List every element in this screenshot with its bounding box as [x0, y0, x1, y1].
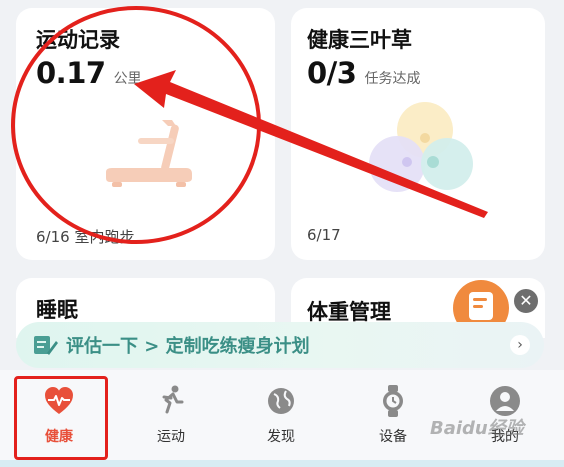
nav-label-health: 健康	[45, 429, 73, 445]
watch-icon	[383, 385, 403, 417]
edit-note-icon	[34, 336, 58, 355]
bottom-strip	[0, 460, 564, 467]
watermark: Baidu经验	[430, 418, 524, 439]
exercise-distance-unit: 公里	[113, 71, 142, 87]
exercise-card-footer: 6/16 室内跑步	[36, 228, 135, 246]
running-icon	[162, 385, 184, 414]
banner-text: 评估一下 > 定制吃练瘦身计划	[66, 336, 310, 357]
nav-item-devices[interactable]: 设备	[348, 384, 438, 454]
nav-item-discover[interactable]: 发现	[236, 384, 326, 454]
treadmill-icon	[106, 120, 192, 187]
clover-task-unit: 任务达成	[364, 71, 421, 87]
exercise-distance-value: 0.17	[36, 56, 106, 90]
exercise-record-card[interactable]: 运动记录 0.17 公里 6/16 室内跑步	[16, 8, 275, 260]
globe-icon	[268, 388, 294, 414]
exercise-metric: 0.17 公里	[36, 56, 142, 90]
clipboard-icon	[453, 280, 509, 324]
sleep-card-title: 睡眠	[36, 298, 78, 322]
nav-label-devices: 设备	[379, 429, 407, 445]
heart-pulse-icon	[45, 387, 73, 414]
profile-icon	[490, 386, 520, 416]
clover-icon	[369, 102, 473, 192]
plan-banner[interactable]: 评估一下 > 定制吃练瘦身计划 ›	[16, 322, 544, 368]
clover-metric: 0/3 任务达成	[307, 56, 420, 90]
nav-label-exercise: 运动	[157, 429, 185, 445]
chevron-right-icon[interactable]: ›	[510, 335, 530, 355]
clover-task-value: 0/3	[307, 56, 357, 90]
exercise-card-title: 运动记录	[36, 28, 120, 52]
nav-item-exercise[interactable]: 运动	[126, 384, 216, 454]
health-clover-card[interactable]: 健康三叶草 0/3 任务达成 6/17	[291, 8, 545, 260]
clover-card-footer: 6/17	[307, 226, 341, 244]
close-icon[interactable]: ✕	[512, 287, 540, 315]
nav-label-discover: 发现	[267, 429, 295, 445]
clover-card-title: 健康三叶草	[307, 28, 412, 52]
nav-item-health[interactable]: 健康	[14, 384, 104, 454]
